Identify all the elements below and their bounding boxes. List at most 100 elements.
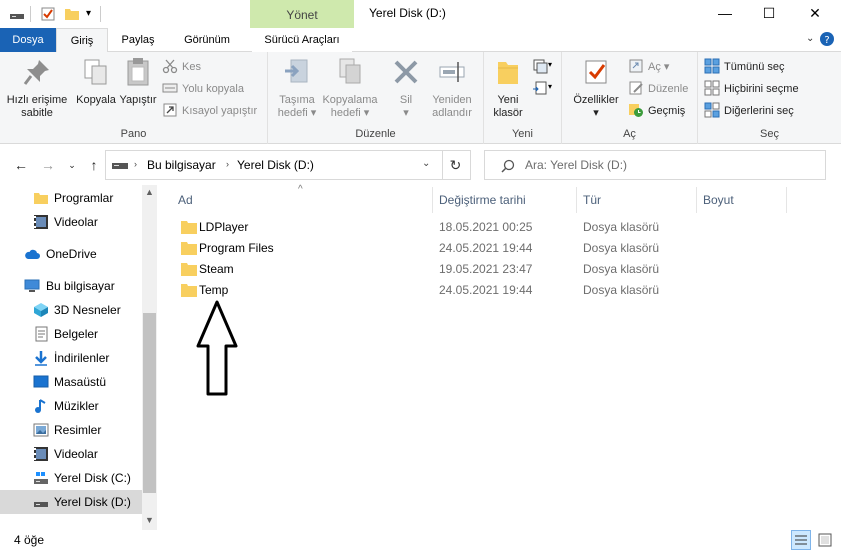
nav-item-drive-d[interactable]: Yerel Disk (D:) [0,490,142,514]
copy-to-button[interactable]: Kopyalama hedefi ▾ [322,56,378,120]
scrollbar-thumb[interactable] [143,313,156,493]
folder-icon [34,193,48,204]
nav-item-drive-c[interactable]: Yerel Disk (C:) [0,466,142,490]
breadcrumb-drive-d[interactable]: Yerel Disk (D:) [237,158,314,172]
nav-label: Videolar [54,447,98,461]
copy-button[interactable]: Kopyala [74,56,118,107]
easy-access-dropdown-icon[interactable]: ▾ [548,82,552,91]
move-to-line2: hedefi [277,107,308,119]
history-button[interactable]: Geçmiş [628,101,685,121]
nav-item-3d-objects[interactable]: 3D Nesneler [0,298,142,322]
paste-button[interactable]: Yapıştır [118,56,158,107]
nav-item-documents[interactable]: Belgeler [0,322,142,346]
forward-button[interactable]: → [38,155,58,175]
table-row[interactable]: LDPlayer 18.05.2021 00:25 Dosya klasörü [160,217,841,238]
move-to-line1: Taşıma [279,94,315,106]
nav-item-videolar-quick[interactable]: Videolar [0,210,142,234]
copy-path-button[interactable]: Yolu kopyala [162,79,244,99]
column-name[interactable]: Ad ^ [160,184,433,213]
easy-access-icon[interactable] [532,80,548,96]
file-name: LDPlayer [199,220,249,234]
select-all-button[interactable]: Tümünü seç [704,57,785,77]
scroll-up-icon[interactable]: ▲ [142,185,157,200]
copy-to-line2: hedefi [330,107,361,119]
manage-context-tab[interactable]: Yönet [250,0,354,28]
invert-selection-button[interactable]: Diğerlerini seç [704,101,794,121]
nav-item-onedrive[interactable]: OneDrive [0,242,142,266]
properties-icon[interactable] [40,6,56,22]
table-row[interactable]: Temp 24.05.2021 19:44 Dosya klasörü [160,280,841,301]
new-folder-button[interactable]: Yeni klasör [486,56,530,120]
file-type: Dosya klasörü [583,283,660,297]
paste-shortcut-button[interactable]: Kısayol yapıştır [162,101,257,121]
file-date: 24.05.2021 19:44 [439,283,533,297]
ribbon: Hızlı erişime sabitle Kopyala Yapıştır K… [0,52,841,144]
column-type[interactable]: Tür [577,187,697,213]
pin-quick-access-button[interactable]: Hızlı erişime sabitle [4,56,70,120]
refresh-button[interactable]: ↻ [441,150,471,180]
nav-label: Müzikler [54,399,99,413]
maximize-button[interactable]: ☐ [746,0,792,26]
nav-item-pictures[interactable]: Resimler [0,418,142,442]
help-icon[interactable]: ? [820,32,834,46]
document-icon [35,326,48,342]
table-row[interactable]: Program Files 24.05.2021 19:44 Dosya kla… [160,238,841,259]
select-none-icon [704,80,720,96]
tab-share[interactable]: Paylaş [110,28,166,52]
search-box[interactable]: Ara: Yerel Disk (D:) [484,150,826,180]
delete-button[interactable]: Sil ▾ [386,56,426,120]
nav-item-downloads[interactable]: İndirilenler [0,346,142,370]
nav-item-videos[interactable]: Videolar [0,442,142,466]
pin-label-line1: Hızlı erişime [6,94,68,106]
collapse-ribbon-icon[interactable]: ⌄ [806,33,814,44]
properties-button[interactable]: Özellikler ▾ [568,56,624,120]
customize-quick-access-icon[interactable]: ▾ [86,8,91,19]
breadcrumb-separator: › [226,159,229,169]
svg-text:?: ? [824,35,829,46]
nav-item-desktop[interactable]: Masaüstü [0,370,142,394]
select-none-label: Hiçbirini seçme [724,83,799,95]
nav-item-this-pc[interactable]: Bu bilgisayar [0,274,142,298]
tab-home[interactable]: Giriş [56,28,108,53]
edit-button[interactable]: Düzenle [628,79,688,99]
video-icon [34,215,48,229]
scroll-down-icon[interactable]: ▼ [142,513,157,528]
close-button[interactable]: ✕ [792,0,838,26]
nav-scrollbar[interactable]: ▲ ▼ [142,185,157,530]
large-icons-view-icon[interactable] [815,530,835,550]
rename-button[interactable]: Yeniden adlandır [426,56,478,120]
column-size-label: Boyut [703,193,734,207]
open-button[interactable]: Aç ▾ [628,57,669,77]
move-to-button[interactable]: Taşıma hedefi ▾ [272,56,322,120]
select-none-button[interactable]: Hiçbirini seçme [704,79,799,99]
cut-button[interactable]: Kes [162,57,201,77]
tab-file[interactable]: Dosya [0,28,56,52]
column-date[interactable]: Değiştirme tarihi [433,187,577,213]
select-group-label: Seç [760,128,779,140]
address-bar[interactable]: › Bu bilgisayar › Yerel Disk (D:) ⌄ [105,150,443,180]
minimize-button[interactable]: — [702,0,748,26]
nav-label: Belgeler [54,327,99,341]
back-button[interactable]: ← [11,155,31,175]
nav-label: OneDrive [46,247,97,261]
address-dropdown-icon[interactable]: ⌄ [422,158,430,169]
nav-item-music[interactable]: Müzikler [0,394,142,418]
table-row[interactable]: Steam 19.05.2021 23:47 Dosya klasörü [160,259,841,280]
copy-icon [84,59,107,85]
delete-label: Sil [399,94,413,106]
organize-group: Taşıma hedefi ▾ Kopyalama hedefi ▾ Sil ▾ … [268,52,484,144]
tab-drive-tools[interactable]: Sürücü Araçları [252,28,352,52]
up-button[interactable]: ↑ [84,155,104,175]
nav-item-programlar[interactable]: Programlar [0,186,142,210]
breadcrumb-this-pc[interactable]: Bu bilgisayar [147,158,216,172]
item-count: 4 öğe [14,533,45,547]
new-item-dropdown-icon[interactable]: ▾ [548,60,552,69]
tab-view[interactable]: Görünüm [170,28,244,52]
paste-icon [127,58,149,86]
recent-locations-button[interactable]: ⌄ [62,155,82,175]
new-item-icon[interactable] [532,58,548,74]
new-folder-icon[interactable] [64,6,80,22]
file-type: Dosya klasörü [583,241,660,255]
column-size[interactable]: Boyut [697,187,787,213]
details-view-icon[interactable] [791,530,811,550]
